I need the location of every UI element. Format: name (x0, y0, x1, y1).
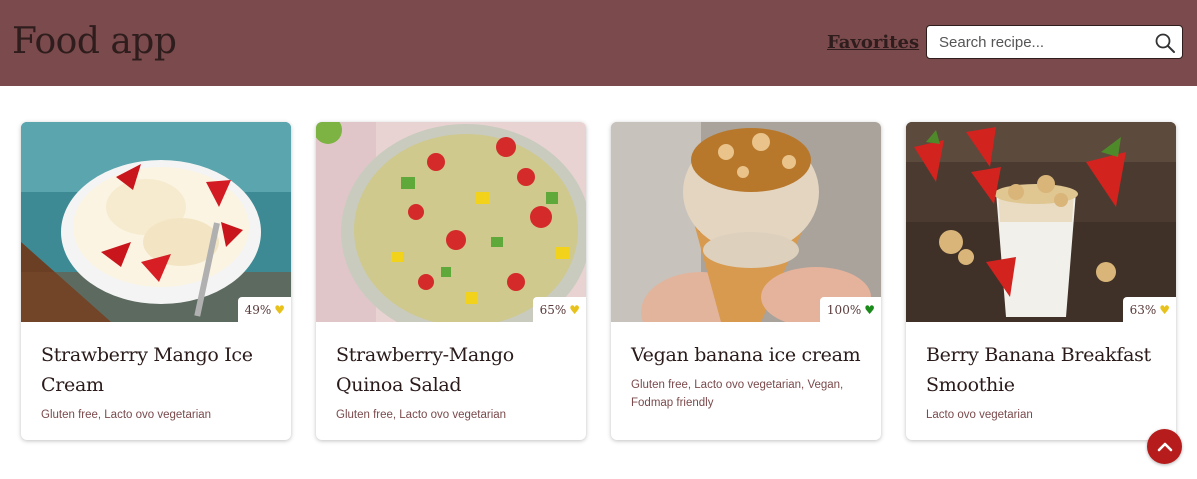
search-box[interactable] (926, 25, 1183, 59)
score-value: 49% (244, 302, 272, 317)
heart-icon: ♥ (1159, 302, 1170, 317)
recipe-title[interactable]: Berry Banana Breakfast Smoothie (926, 340, 1161, 400)
recipe-image[interactable]: 100% ♥ (611, 122, 881, 322)
score-value: 65% (539, 302, 567, 317)
heart-icon: ♥ (864, 302, 875, 317)
recipe-card[interactable]: 100% ♥ Vegan banana ice cream Gluten fre… (611, 122, 881, 440)
score-badge: 100% ♥ (819, 297, 881, 322)
recipe-image[interactable]: 65% ♥ (316, 122, 586, 322)
heart-icon: ♥ (569, 302, 580, 317)
recipe-card[interactable]: 49% ♥ Strawberry Mango Ice Cream Gluten … (21, 122, 291, 440)
score-badge: 65% ♥ (532, 297, 586, 322)
recipe-title[interactable]: Strawberry Mango Ice Cream (41, 340, 276, 400)
recipe-title[interactable]: Vegan banana ice cream (631, 340, 866, 370)
app-logo[interactable]: Food app (12, 18, 177, 66)
recipe-card[interactable]: 63% ♥ Berry Banana Breakfast Smoothie La… (906, 122, 1176, 440)
chevron-up-icon (1157, 442, 1172, 451)
top-bar: Food app Favorites (0, 0, 1197, 86)
score-badge: 49% ♥ (237, 297, 291, 322)
score-value: 100% (826, 302, 862, 317)
favorites-link[interactable]: Favorites (827, 31, 919, 55)
recipe-image[interactable]: 49% ♥ (21, 122, 291, 322)
recipe-tags: Lacto ovo vegetarian (926, 409, 1033, 421)
score-badge: 63% ♥ (1122, 297, 1176, 322)
recipe-tags: Gluten free, Lacto ovo vegetarian (41, 409, 212, 421)
scroll-to-top-button[interactable] (1147, 429, 1182, 464)
recipe-card[interactable]: 65% ♥ Strawberry-Mango Quinoa Salad Glut… (316, 122, 586, 440)
recipe-image[interactable]: 63% ♥ (906, 122, 1176, 322)
search-input[interactable] (939, 31, 1139, 53)
search-icon[interactable] (1154, 32, 1176, 54)
recipe-tags: Gluten free, Lacto ovo vegetarian (336, 409, 507, 421)
score-value: 63% (1129, 302, 1157, 317)
recipe-tags: Gluten free, Lacto ovo vegetarian, Vegan… (631, 379, 844, 409)
recipe-title[interactable]: Strawberry-Mango Quinoa Salad (336, 340, 571, 400)
heart-icon: ♥ (274, 302, 285, 317)
